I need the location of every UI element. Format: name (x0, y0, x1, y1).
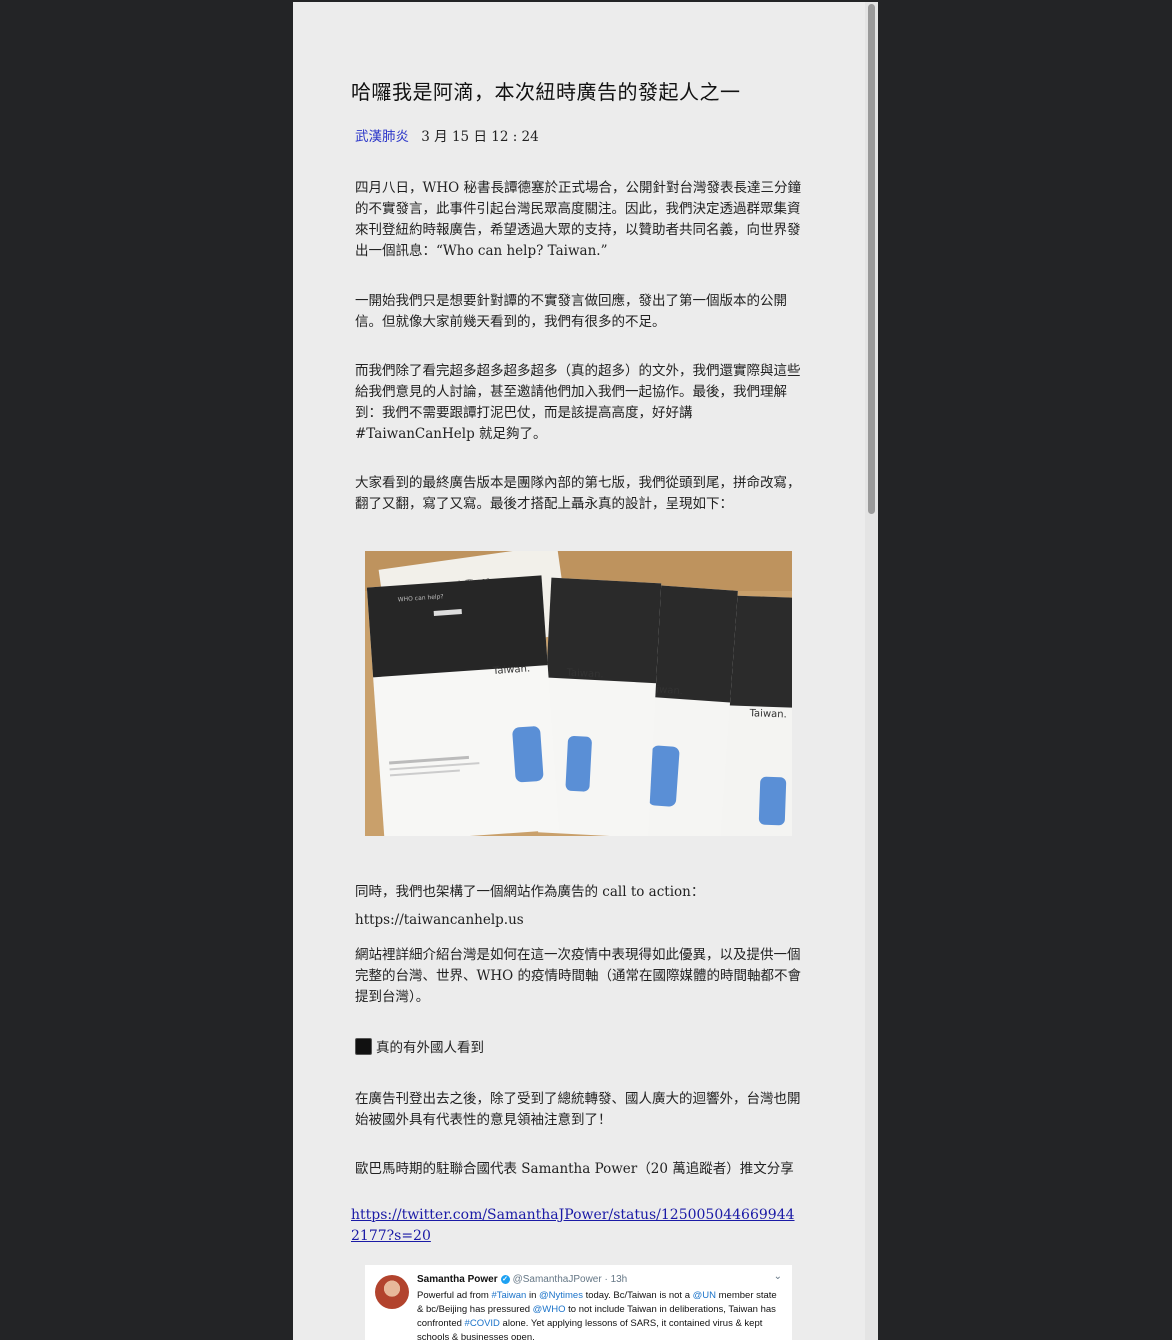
ad-word: Taiwan. (565, 667, 604, 680)
paragraph: 歐巴馬時期的駐聯合國代表 Samantha Power（20 萬追蹤者）推文分享 (355, 1161, 794, 1177)
vertical-scrollbar[interactable] (865, 2, 878, 1340)
tweet-author: Samantha Power ✓ @SamanthaJPower · 13h (417, 1274, 627, 1285)
ad-word: Taiwan. (748, 708, 787, 720)
avatar (375, 1275, 409, 1309)
chevron-down-icon[interactable]: ⌄ (774, 1271, 782, 1282)
section-heading: 真的有外國人看到 (355, 1038, 803, 1059)
section-heading-text: 真的有外國人看到 (376, 1040, 484, 1056)
article-date: 3 月 15 日 12 : 24 (421, 129, 539, 145)
twitter-status-link[interactable]: https://twitter.com/SamanthaJPower/statu… (351, 1205, 801, 1247)
mention-link[interactable]: @Nytimes (539, 1290, 583, 1301)
paragraph: 大家看到的最終廣告版本是團隊內部的第七版，我們從頭到尾，拼命改寫，翻了又翻，寫了… (355, 475, 801, 512)
hashtag-link[interactable]: #COVID (465, 1318, 500, 1329)
paragraph: 網站裡詳細介紹台灣是如何在這一次疫情中表現得如此優異，以及提供一個完整的台灣、世… (355, 947, 802, 1005)
site-url: https://taiwancanhelp.us (355, 912, 524, 928)
mention-link[interactable]: @UN (693, 1290, 716, 1301)
newspaper-ad-photo: The New York Times Taiwan. Taiwan. Taiwa… (365, 551, 792, 836)
hashtag-link[interactable]: #Taiwan (491, 1290, 526, 1301)
tweet-text: in (526, 1290, 539, 1301)
embedded-tweet[interactable]: Samantha Power ✓ @SamanthaJPower · 13h ⌄ P… (365, 1265, 792, 1340)
tweet-handle: @SamanthaJPower · 13h (512, 1274, 628, 1285)
paragraph: 在廣告刊登出去之後，除了受到了總統轉發、國人廣大的迴響外，台灣也開始被國外具有代… (355, 1091, 801, 1128)
paragraph: 四月八日，WHO 秘書長譚德塞於正式場合，公開針對台灣發表長達三分鐘的不實發言，… (355, 180, 802, 259)
scrollbar-thumb[interactable] (868, 4, 875, 514)
black-square-icon (355, 1038, 372, 1055)
article-page: 哈囉我是阿滴，本次紐時廣告的發起人之一 武漢肺炎 3 月 15 日 12 : 2… (293, 2, 865, 1340)
verified-badge-icon: ✓ (500, 1274, 510, 1284)
newspaper-ad-illustration: The New York Times Taiwan. Taiwan. Taiwa… (365, 551, 792, 836)
tweet-text: today. Bc/Taiwan is not a (582, 1290, 693, 1301)
mention-link[interactable]: @WHO (533, 1304, 566, 1315)
tweet-author-name: Samantha Power (417, 1274, 498, 1285)
paragraph: 而我們除了看完超多超多超多超多（真的超多）的文外，我們還實際與這些給我們意見的人… (355, 363, 801, 442)
paragraph: 一開始我們只是想要針對譚的不實發言做回應，發出了第一個版本的公開信。但就像大家前… (355, 293, 787, 330)
category-link[interactable]: 武漢肺炎 (355, 129, 409, 145)
article-meta: 武漢肺炎 3 月 15 日 12 : 24 (355, 125, 539, 145)
paragraph: 同時，我們也架構了一個網站作為廣告的 call to action： (355, 884, 705, 900)
tweet-text: Powerful ad from (417, 1290, 492, 1301)
article-title: 哈囉我是阿滴，本次紐時廣告的發起人之一 (351, 80, 741, 104)
tweet-body: Powerful ad from #Taiwan in @Nytimes tod… (417, 1289, 782, 1340)
